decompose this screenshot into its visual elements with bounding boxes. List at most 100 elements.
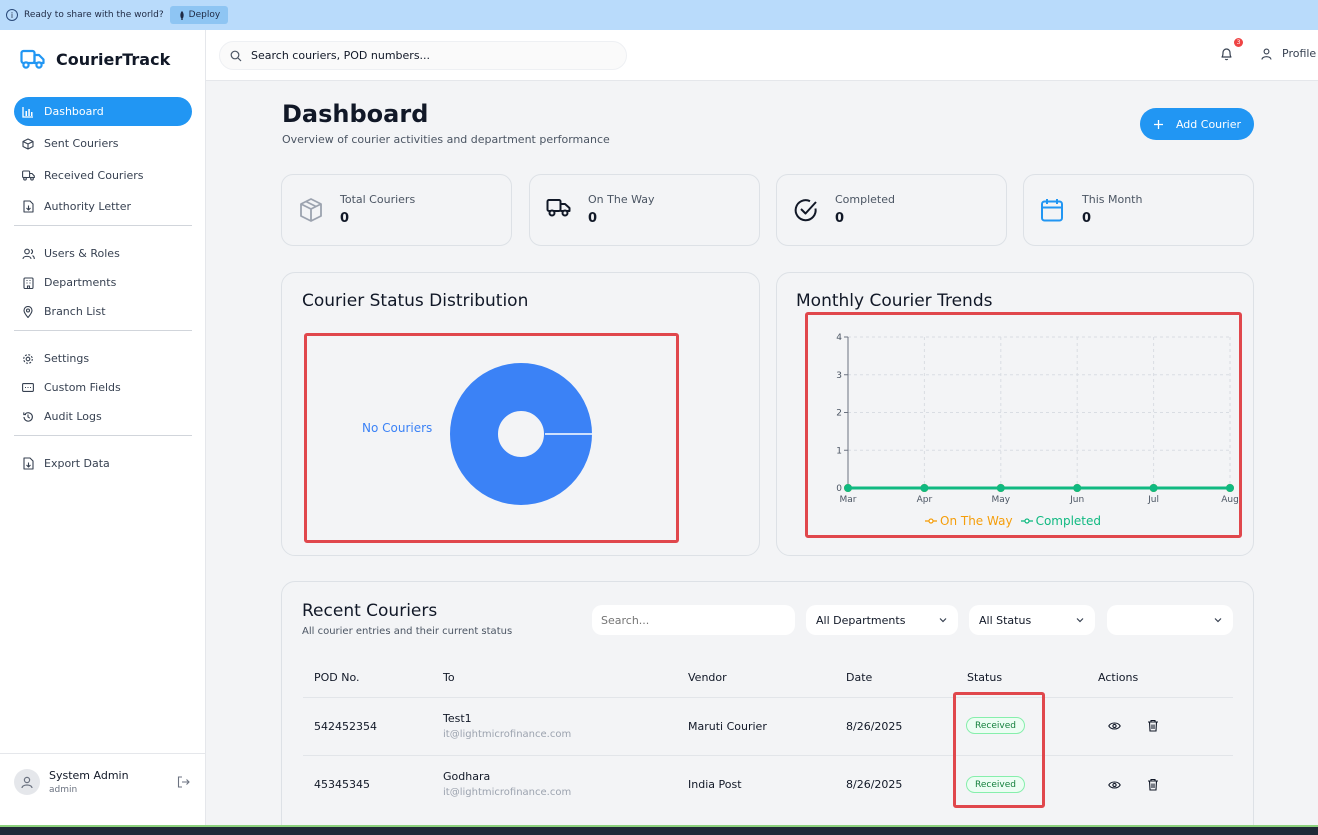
sidebar-item-audit-logs[interactable]: Audit Logs [14,402,192,431]
gear-icon [23,353,33,364]
column-header-to[interactable]: To [443,671,455,684]
bell-icon[interactable] [1220,47,1233,61]
truck-logo-icon [20,49,45,69]
department-filter[interactable]: All Departments [806,605,958,635]
sidebar-item-received-couriers[interactable]: Received Couriers [14,161,192,190]
sidebar-item-export-data[interactable]: Export Data [14,449,192,478]
stat-card-total-couriers: Total Couriers 0 [281,174,512,246]
logout-icon[interactable] [177,776,190,788]
highlight-box [805,312,1242,538]
sidebar-item-departments[interactable]: Departments [14,268,192,297]
status-pie-chart [450,363,592,505]
legend-line-marker [1020,518,1033,524]
export-icon [22,457,34,470]
sidebar-divider [14,435,192,436]
sidebar: CourierTrack Dashboard Sent Couriers Rec… [0,30,206,825]
add-courier-button[interactable]: Add Courier [1140,108,1254,140]
sidebar-item-dashboard[interactable]: Dashboard [14,97,192,126]
highlight-box [953,692,1045,808]
legend-label: Completed [1035,514,1102,528]
document-icon [22,200,34,213]
courier-date: 8/26/2025 [846,720,903,733]
stat-card-this-month: This Month 0 [1023,174,1254,246]
chevron-down-icon [1214,618,1222,623]
box-icon [22,137,34,150]
legend-line-marker [925,518,937,524]
profile-label: Profile [1282,47,1317,60]
sidebar-item-label: Settings [44,352,90,365]
app-name: CourierTrack [56,49,171,69]
history-icon [23,411,33,422]
sidebar-item-label: Departments [44,276,117,289]
sidebar-item-users-roles[interactable]: Users & Roles [14,239,192,268]
sidebar-item-authority-letter[interactable]: Authority Letter [14,192,192,221]
sidebar-item-label: Sent Couriers [44,137,119,150]
sidebar-item-settings[interactable]: Settings [14,344,192,373]
legend-label: On The Way [940,514,1013,528]
search-input[interactable] [251,49,611,62]
calendar-icon [1041,199,1063,222]
banner-text: Ready to share with the world? [24,10,164,20]
extra-filter[interactable] [1107,605,1233,635]
user-role: admin [49,785,78,795]
user-name: System Admin [49,769,129,782]
rocket-icon [179,10,184,20]
user-panel: System Admin admin [0,753,205,825]
courier-search-input[interactable] [592,605,795,635]
trash-icon[interactable] [1147,719,1159,732]
avatar[interactable] [14,769,40,795]
stat-card-completed: Completed 0 [776,174,1007,246]
global-search[interactable] [219,41,627,70]
recipient-name: Test1 [443,712,472,725]
sidebar-divider [14,330,192,331]
form-field-icon [22,383,34,392]
column-header-pod[interactable]: POD No. [314,671,360,684]
column-header-actions: Actions [1098,671,1139,684]
brand[interactable]: CourierTrack [20,48,170,70]
stat-value: 0 [588,211,598,226]
sidebar-item-branch-list[interactable]: Branch List [14,297,192,326]
column-header-date[interactable]: Date [846,671,872,684]
sidebar-item-label: Dashboard [44,105,104,118]
os-taskbar [0,825,1318,835]
add-courier-label: Add Courier [1175,117,1242,131]
eye-icon[interactable] [1108,721,1121,731]
courier-date: 8/26/2025 [846,778,903,791]
stat-value: 0 [835,211,845,226]
user-icon [1261,48,1272,60]
legend-item-on-the-way[interactable]: On The Way [925,514,1013,528]
sidebar-nav: Dashboard Sent Couriers Received Courier… [14,97,192,478]
stat-label: Completed [835,193,895,206]
trash-icon[interactable] [1147,778,1159,791]
sidebar-item-custom-fields[interactable]: Custom Fields [14,373,192,402]
deploy-banner: i Ready to share with the world? Deploy [0,0,1318,30]
bar-chart-icon [22,106,33,118]
sidebar-item-sent-couriers[interactable]: Sent Couriers [14,129,192,158]
trend-chart-title: Monthly Courier Trends [796,291,993,311]
stat-card-on-the-way: On The Way 0 [529,174,760,246]
stat-label: On The Way [588,193,655,206]
sidebar-divider [14,225,192,226]
box-icon [300,198,322,222]
notification-badge: 3 [1234,38,1243,47]
truck-icon [546,199,571,217]
deploy-button[interactable]: Deploy [169,6,229,24]
truck-icon [21,170,35,181]
recent-couriers-title: Recent Couriers [302,601,438,621]
legend-item-completed[interactable]: Completed [1020,514,1102,528]
profile-menu[interactable]: Profile [1261,47,1316,60]
status-chart-title: Courier Status Distribution [302,291,529,311]
top-bar: 3 Profile [206,30,1318,81]
pod-number: 45345345 [314,778,370,791]
deploy-label: Deploy [188,10,221,20]
status-filter[interactable]: All Status [969,605,1095,635]
column-header-status[interactable]: Status [967,671,1002,684]
eye-icon[interactable] [1108,780,1121,790]
sidebar-item-label: Authority Letter [44,200,132,213]
column-header-vendor[interactable]: Vendor [688,671,727,684]
chevron-down-icon [1076,618,1084,623]
pie-label: No Couriers [362,421,433,435]
recipient-email: it@lightmicrofinance.com [443,729,572,740]
stat-value: 0 [340,211,350,226]
map-pin-icon [23,305,33,318]
